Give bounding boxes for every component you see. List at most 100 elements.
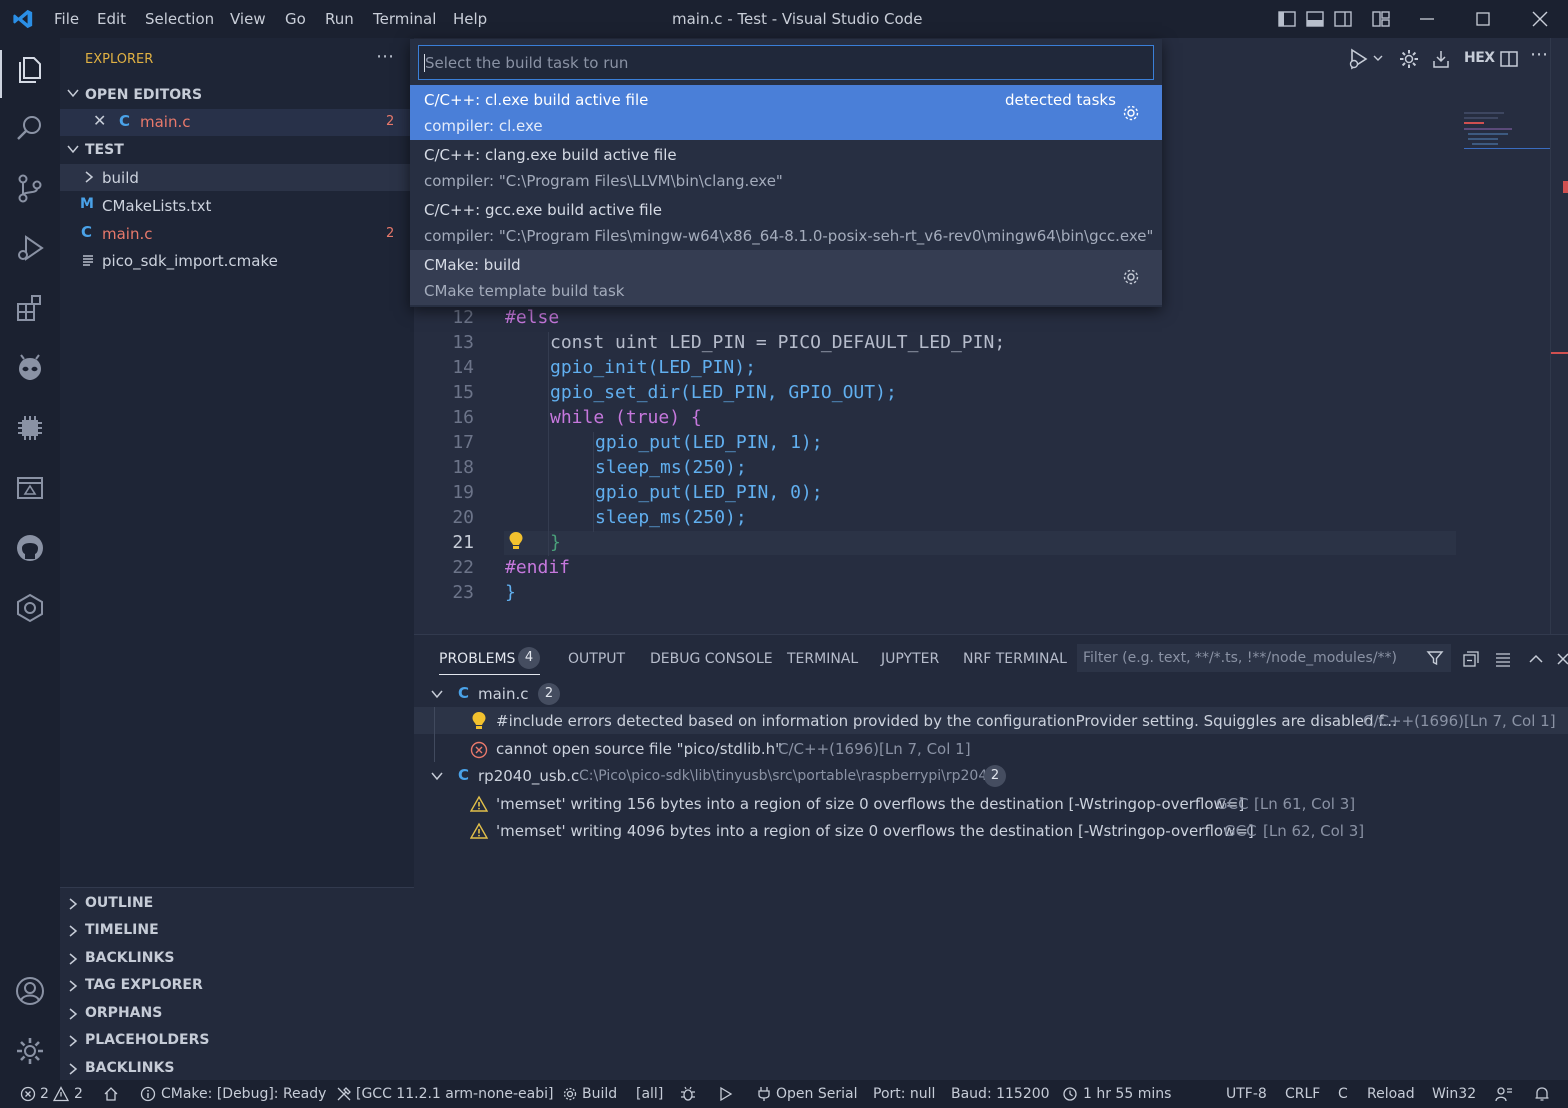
run-play-icon[interactable] xyxy=(718,1086,734,1102)
gitlens-icon[interactable] xyxy=(14,592,46,624)
chevron-down-icon[interactable] xyxy=(430,769,444,783)
active-kit[interactable]: [GCC 11.2.1 arm-none-eabi] xyxy=(356,1086,553,1102)
time-tracker[interactable]: 1 hr 55 mins xyxy=(1083,1086,1171,1102)
tab-debug-console[interactable]: DEBUG CONSOLE xyxy=(650,651,773,667)
section-tag-explorer[interactable]: TAG EXPLORER xyxy=(85,977,203,993)
open-editor-row[interactable]: ✕ C main.c 2 xyxy=(60,109,414,136)
problem-message[interactable]: 'memset' writing 4096 bytes into a regio… xyxy=(496,822,1254,840)
debug-bug-icon[interactable] xyxy=(680,1086,696,1102)
account-icon[interactable] xyxy=(14,975,46,1007)
menu-edit[interactable]: Edit xyxy=(97,10,126,28)
build-target[interactable]: [all] xyxy=(636,1086,663,1102)
close-editor-icon[interactable]: ✕ xyxy=(93,111,106,130)
section-orphans[interactable]: ORPHANS xyxy=(85,1005,162,1021)
chevron-down-icon[interactable] xyxy=(66,86,80,100)
open-editors-header[interactable]: OPEN EDITORS xyxy=(85,87,202,103)
menu-view[interactable]: View xyxy=(230,10,266,28)
toggle-panel-icon[interactable] xyxy=(1305,9,1325,29)
menu-help[interactable]: Help xyxy=(453,10,487,28)
build-button[interactable]: Build xyxy=(582,1086,617,1102)
tab-terminal[interactable]: TERMINAL xyxy=(787,651,858,667)
filter-icon[interactable] xyxy=(1426,649,1444,667)
menu-selection[interactable]: Selection xyxy=(145,10,214,28)
quick-pick-item-selected[interactable]: C/C++: cl.exe build active file compiler… xyxy=(410,85,1162,140)
menu-file[interactable]: File xyxy=(54,10,79,28)
section-outline[interactable]: OUTLINE xyxy=(85,895,153,911)
view-as-list-icon[interactable] xyxy=(1494,650,1512,668)
section-backlinks[interactable]: BACKLINKS xyxy=(85,950,174,966)
cmake-status[interactable]: CMake: [Debug]: Ready xyxy=(161,1086,326,1102)
customize-layout-icon[interactable] xyxy=(1371,9,1391,29)
file-encoding[interactable]: UTF-8 xyxy=(1226,1086,1267,1102)
tab-nrf-terminal[interactable]: NRF TERMINAL xyxy=(963,651,1067,667)
explorer-icon[interactable] xyxy=(14,52,46,84)
more-actions-icon[interactable]: ⋯ xyxy=(1530,44,1548,65)
chevron-down-icon[interactable] xyxy=(66,142,80,156)
tab-jupyter[interactable]: JUPYTER xyxy=(881,651,939,667)
quick-pick-input[interactable]: Select the build task to run xyxy=(418,45,1154,80)
chip-icon[interactable] xyxy=(14,412,46,444)
language-mode[interactable]: C xyxy=(1338,1086,1348,1102)
quick-pick-item[interactable]: C/C++: gcc.exe build active file compile… xyxy=(410,195,1162,250)
remote-explorer-icon[interactable] xyxy=(14,472,46,504)
warning-count[interactable]: 2 xyxy=(74,1086,83,1102)
feedback-icon[interactable] xyxy=(1495,1086,1513,1102)
serial-baud[interactable]: Baud: 115200 xyxy=(951,1086,1050,1102)
search-icon[interactable] xyxy=(14,112,46,144)
source-control-icon[interactable] xyxy=(14,172,46,204)
toggle-sidebar-icon[interactable] xyxy=(1277,9,1297,29)
maximize-panel-icon[interactable] xyxy=(1527,650,1545,668)
run-debug-icon[interactable] xyxy=(14,232,46,264)
lightbulb-icon[interactable] xyxy=(508,531,524,551)
section-backlinks-2[interactable]: BACKLINKS xyxy=(85,1060,174,1076)
folder-header[interactable]: TEST xyxy=(85,142,124,158)
quick-pick-item[interactable]: C/C++: clang.exe build active file compi… xyxy=(410,140,1162,195)
serial-port[interactable]: Port: null xyxy=(873,1086,935,1102)
gear-icon[interactable] xyxy=(1399,49,1419,69)
minimap[interactable] xyxy=(1458,108,1550,158)
hex-editor-button[interactable]: HEX xyxy=(1464,50,1495,66)
problem-group-file[interactable]: rp2040_usb.c xyxy=(478,767,579,785)
platformio-alien-icon[interactable] xyxy=(14,352,46,384)
menu-go[interactable]: Go xyxy=(285,10,306,28)
tab-output[interactable]: OUTPUT xyxy=(568,651,625,667)
tree-item-main-c[interactable]: C main.c 2 xyxy=(60,220,414,247)
tree-item-cmakelists[interactable]: M CMakeLists.txt xyxy=(60,192,414,219)
menu-terminal[interactable]: Terminal xyxy=(373,10,436,28)
editor-scrollbar[interactable] xyxy=(1550,38,1568,634)
toggle-secondary-sidebar-icon[interactable] xyxy=(1333,9,1353,29)
problem-message[interactable]: 'memset' writing 156 bytes into a region… xyxy=(496,795,1244,813)
tree-item-pico-sdk-import[interactable]: pico_sdk_import.cmake xyxy=(60,247,414,274)
maximize-icon[interactable] xyxy=(1473,9,1493,29)
more-actions-icon[interactable]: ⋯ xyxy=(376,46,394,67)
collapse-all-icon[interactable] xyxy=(1462,650,1480,668)
error-count[interactable]: 2 xyxy=(40,1086,49,1102)
problem-message[interactable]: cannot open source file "pico/stdlib.h" xyxy=(496,740,782,758)
platform-selector[interactable]: Win32 xyxy=(1432,1086,1476,1102)
section-placeholders[interactable]: PLACEHOLDERS xyxy=(85,1032,209,1048)
reload-button[interactable]: Reload xyxy=(1367,1086,1415,1102)
configure-task-gear-icon[interactable] xyxy=(1121,103,1141,123)
run-code-icon[interactable] xyxy=(1348,48,1384,70)
home-icon[interactable] xyxy=(103,1086,119,1102)
chevron-down-icon[interactable] xyxy=(430,687,444,701)
problem-group-file[interactable]: main.c xyxy=(478,685,529,703)
notifications-bell-icon[interactable] xyxy=(1534,1086,1550,1102)
problems-filter-input[interactable]: Filter (e.g. text, **/*.ts, !**/node_mod… xyxy=(1077,644,1451,672)
quick-pick-item-hovered[interactable]: CMake: build CMake template build task xyxy=(410,250,1162,305)
close-panel-icon[interactable] xyxy=(1555,650,1568,668)
settings-gear-icon[interactable] xyxy=(14,1035,46,1067)
open-serial-button[interactable]: Open Serial xyxy=(776,1086,857,1102)
section-timeline[interactable]: TIMELINE xyxy=(85,922,159,938)
minimize-icon[interactable] xyxy=(1417,9,1437,29)
extensions-icon[interactable] xyxy=(14,292,46,324)
tab-problems[interactable]: PROBLEMS xyxy=(439,651,515,667)
tree-item-build[interactable]: build xyxy=(60,164,414,191)
github-icon[interactable] xyxy=(14,532,46,564)
split-editor-icon[interactable] xyxy=(1499,49,1519,69)
menu-run[interactable]: Run xyxy=(325,10,354,28)
download-icon[interactable] xyxy=(1431,49,1451,69)
configure-task-gear-icon[interactable] xyxy=(1121,267,1141,287)
close-window-icon[interactable] xyxy=(1530,9,1550,29)
end-of-line[interactable]: CRLF xyxy=(1285,1086,1320,1102)
